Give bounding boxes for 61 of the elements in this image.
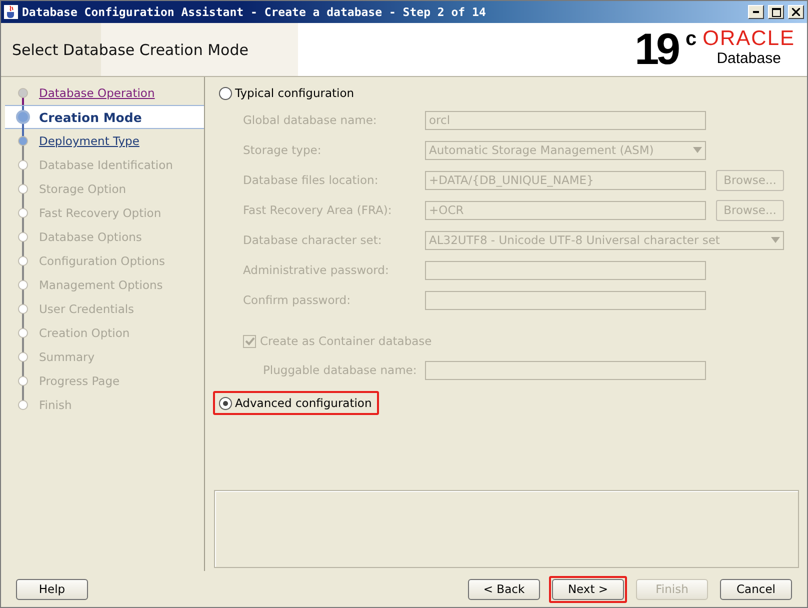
step-label: Progress Page	[39, 374, 120, 388]
field-label: Database character set:	[243, 233, 383, 247]
field-label: Fast Recovery Area (FRA):	[243, 203, 393, 217]
step-label: Storage Option	[39, 182, 126, 196]
step-marker-icon	[18, 160, 28, 170]
input-field[interactable]	[425, 360, 706, 380]
wizard-button[interactable]: Cancel	[720, 578, 792, 600]
step-marker-icon	[18, 256, 28, 266]
step-marker-icon	[18, 136, 28, 146]
wizard-button[interactable]: < Back	[468, 578, 540, 600]
maximize-button[interactable]	[768, 5, 784, 19]
field-label: Database files location:	[243, 173, 380, 187]
maximize-icon	[772, 8, 780, 16]
step-marker-icon	[18, 208, 28, 218]
field-label: Administrative password:	[243, 263, 390, 277]
checkbox[interactable]	[243, 334, 256, 348]
input-field[interactable]	[425, 260, 706, 280]
step-marker-icon	[18, 328, 28, 338]
step-marker-icon	[18, 304, 28, 314]
step-label: Summary	[39, 350, 95, 364]
close-button[interactable]	[788, 5, 804, 19]
minimize-icon	[753, 11, 759, 13]
page-title: Select Database Creation Mode	[11, 40, 250, 58]
wizard-button[interactable]: Next >	[552, 578, 624, 600]
window-title: Database Configuration Assistant - Create a database - Step 2 of 14	[22, 5, 487, 19]
step-marker-icon	[18, 376, 28, 386]
field-label: Confirm password:	[243, 293, 352, 307]
field-label: Global database name:	[243, 113, 378, 127]
step-label: Fast Recovery Option	[39, 206, 162, 220]
step-marker-icon	[18, 232, 28, 242]
minimize-button[interactable]	[748, 5, 764, 19]
version-number: 19	[634, 28, 678, 72]
step-marker-icon	[16, 110, 30, 124]
step-label: User Credentials	[39, 302, 134, 316]
dropdown-caret-icon	[693, 147, 702, 153]
product-name: Database	[716, 50, 781, 68]
step-label: Configuration Options	[39, 254, 166, 268]
checkbox-label: Create as Container database	[260, 334, 432, 348]
field-label: Pluggable database name:	[262, 363, 418, 377]
step-marker-icon	[18, 184, 28, 194]
brand-wordmark: ORACLE	[702, 28, 795, 50]
step-label: Database Identification	[39, 158, 173, 172]
advanced-configuration-radio[interactable]: Advanced configuration	[213, 391, 379, 415]
step-label[interactable]: Deployment Type	[39, 134, 140, 148]
step-label: Management Options	[39, 278, 163, 292]
step-label[interactable]: Database Operation	[39, 86, 155, 100]
field-label: Storage type:	[243, 143, 322, 157]
dropdown-caret-icon	[771, 237, 780, 243]
java-cup-icon	[4, 5, 18, 19]
step-marker-icon	[18, 88, 28, 98]
wizard-button[interactable]: Help	[16, 578, 88, 600]
step-marker-icon	[18, 400, 28, 410]
step-label: Database Options	[39, 230, 142, 244]
step-label: Creation Option	[39, 326, 130, 340]
close-icon	[792, 8, 800, 16]
step-label: Finish	[39, 398, 72, 412]
input-field[interactable]	[425, 290, 706, 310]
typical-configuration-radio[interactable]: Typical configuration	[213, 81, 362, 105]
step-marker-icon	[18, 352, 28, 362]
version-suffix: c	[686, 28, 697, 50]
step-marker-icon	[18, 280, 28, 290]
